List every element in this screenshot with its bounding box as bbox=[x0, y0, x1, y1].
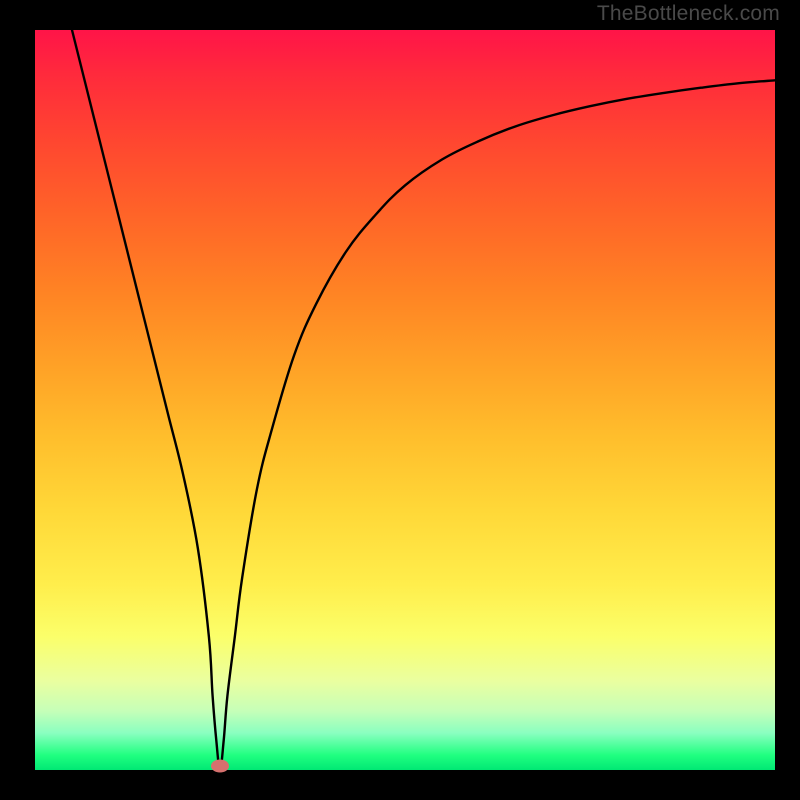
bottleneck-curve-path bbox=[72, 30, 775, 770]
bottleneck-curve-svg bbox=[35, 30, 775, 770]
chart-frame: TheBottleneck.com bbox=[0, 0, 800, 800]
watermark-text: TheBottleneck.com bbox=[597, 2, 780, 26]
optimum-marker bbox=[211, 760, 229, 773]
